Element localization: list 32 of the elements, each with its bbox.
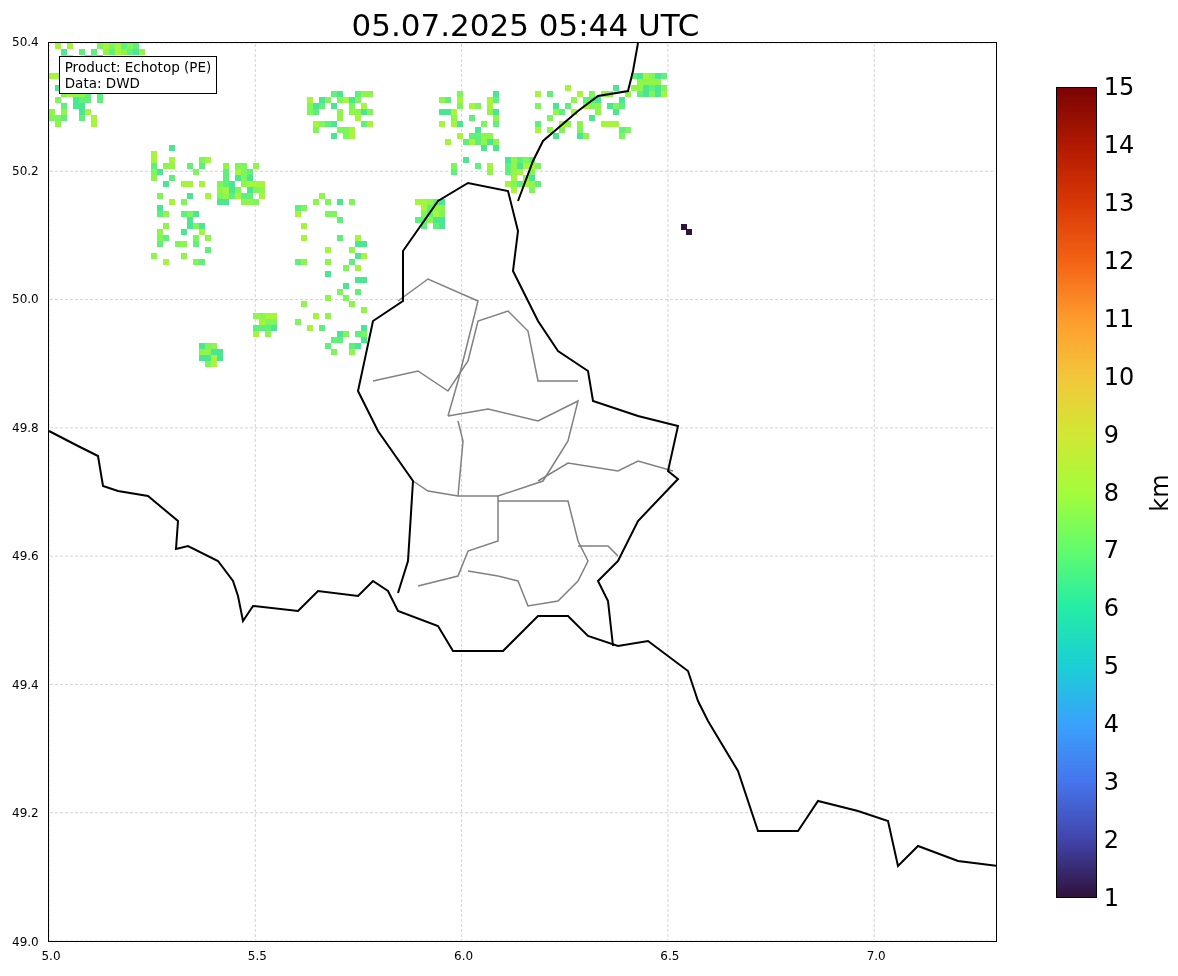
colorbar-tick-label: 12 <box>1103 246 1135 275</box>
y-tick-label: 50.0 <box>12 292 39 307</box>
y-tick-label: 50.2 <box>12 163 39 178</box>
legend-text: Product: Echotop (PE) <box>64 59 212 75</box>
colorbar-axis-label: km <box>1145 473 1174 512</box>
x-tick-label: 6.5 <box>660 949 680 963</box>
colorbar-tick-label: 6 <box>1103 594 1119 623</box>
colorbar-tick-label: 3 <box>1103 768 1119 797</box>
y-tick-label: 50.4 <box>12 35 39 49</box>
legend-text: Data: DWD <box>64 75 141 91</box>
x-tick-label: 5.0 <box>41 949 61 963</box>
y-tick-label: 49.6 <box>12 549 39 564</box>
colorbar-tick-label: 13 <box>1103 188 1135 217</box>
x-tick-label: 6.0 <box>454 949 474 963</box>
colorbar-tick-label: 14 <box>1103 130 1135 159</box>
colorbar-tick-label: 11 <box>1103 304 1135 333</box>
y-tick-label: 49.0 <box>12 935 39 949</box>
map-title: 05.07.2025 05:44 UTC <box>351 8 700 42</box>
x-tick-label: 5.5 <box>247 949 267 963</box>
colorbar-tick-label: 4 <box>1103 710 1119 739</box>
x-tick-label: 7.0 <box>866 949 886 963</box>
y-tick-label: 49.8 <box>12 420 39 435</box>
colorbar-tick-label: 7 <box>1103 536 1119 565</box>
colorbar-tick-label: 5 <box>1103 652 1119 681</box>
colorbar-tick-label: 1 <box>1103 884 1119 912</box>
colorbar-tick-label: 9 <box>1103 420 1119 449</box>
colorbar-tick-label: 8 <box>1103 478 1119 507</box>
colorbar-tick-label: 2 <box>1103 826 1119 855</box>
y-tick-label: 49.2 <box>12 806 39 821</box>
colorbar-tick-label: 15 <box>1103 73 1135 101</box>
y-tick-label: 49.4 <box>12 677 39 692</box>
colorbar-tick-label: 10 <box>1103 362 1135 391</box>
